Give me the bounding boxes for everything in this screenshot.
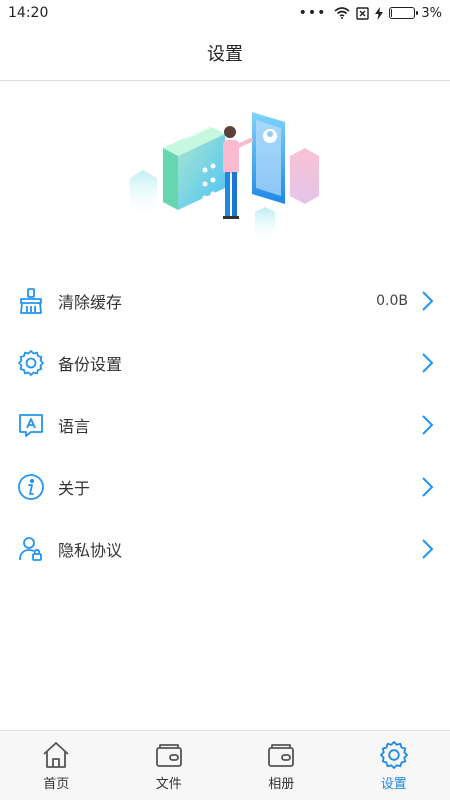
wifi-icon [334, 7, 350, 19]
settings-illustration [130, 112, 319, 243]
menu-label: 语言 [58, 417, 91, 436]
tab-label: 首页 [43, 776, 70, 792]
tab-label: 文件 [155, 776, 182, 792]
menu-item-about[interactable]: 关于 [0, 456, 450, 518]
status-bar: 14:20 ••• 3% [0, 0, 450, 26]
menu-label: 关于 [58, 479, 91, 498]
menu-label: 清除缓存 [58, 293, 123, 312]
chevron-right-icon [422, 353, 434, 373]
bottom-tab-bar: 首页 文件 相册 设置 [0, 730, 450, 800]
tab-settings[interactable]: 设置 [338, 731, 450, 800]
album-icon [268, 743, 295, 767]
info-icon [16, 472, 46, 502]
cache-size: 0.0B [376, 293, 408, 309]
folder-icon [155, 743, 182, 767]
home-icon [43, 741, 69, 768]
charging-icon [375, 6, 384, 20]
tab-files[interactable]: 文件 [113, 731, 226, 800]
title-bar: 设置 [0, 26, 450, 81]
chevron-right-icon [422, 477, 434, 497]
no-sim-icon [356, 6, 370, 20]
broom-icon [16, 286, 46, 316]
tab-label: 相册 [268, 776, 295, 792]
menu-item-backup-settings[interactable]: 备份设置 [0, 332, 450, 394]
language-icon [16, 410, 46, 440]
battery-icon [389, 7, 419, 19]
menu-item-clear-cache[interactable]: 清除缓存 0.0B [0, 270, 450, 332]
settings-list: 清除缓存 0.0B 备份设置 语言 关于 隐私协议 [0, 270, 450, 580]
menu-label: 隐私协议 [58, 541, 123, 560]
status-icons: ••• 3% [299, 5, 442, 21]
tab-home[interactable]: 首页 [0, 731, 113, 800]
menu-label: 备份设置 [58, 355, 123, 374]
status-time: 14:20 [8, 5, 49, 21]
page-title: 设置 [207, 44, 243, 65]
chevron-right-icon [422, 291, 434, 311]
user-lock-icon [16, 534, 46, 564]
gear-icon [16, 348, 46, 378]
tab-label: 设置 [380, 776, 407, 792]
chevron-right-icon [422, 415, 434, 435]
tab-album[interactable]: 相册 [225, 731, 338, 800]
chevron-right-icon [422, 539, 434, 559]
menu-item-language[interactable]: 语言 [0, 394, 450, 456]
gear-icon [379, 740, 408, 769]
more-dots-icon: ••• [298, 5, 327, 21]
menu-item-privacy-policy[interactable]: 隐私协议 [0, 518, 450, 580]
battery-percent: 3% [421, 5, 442, 21]
